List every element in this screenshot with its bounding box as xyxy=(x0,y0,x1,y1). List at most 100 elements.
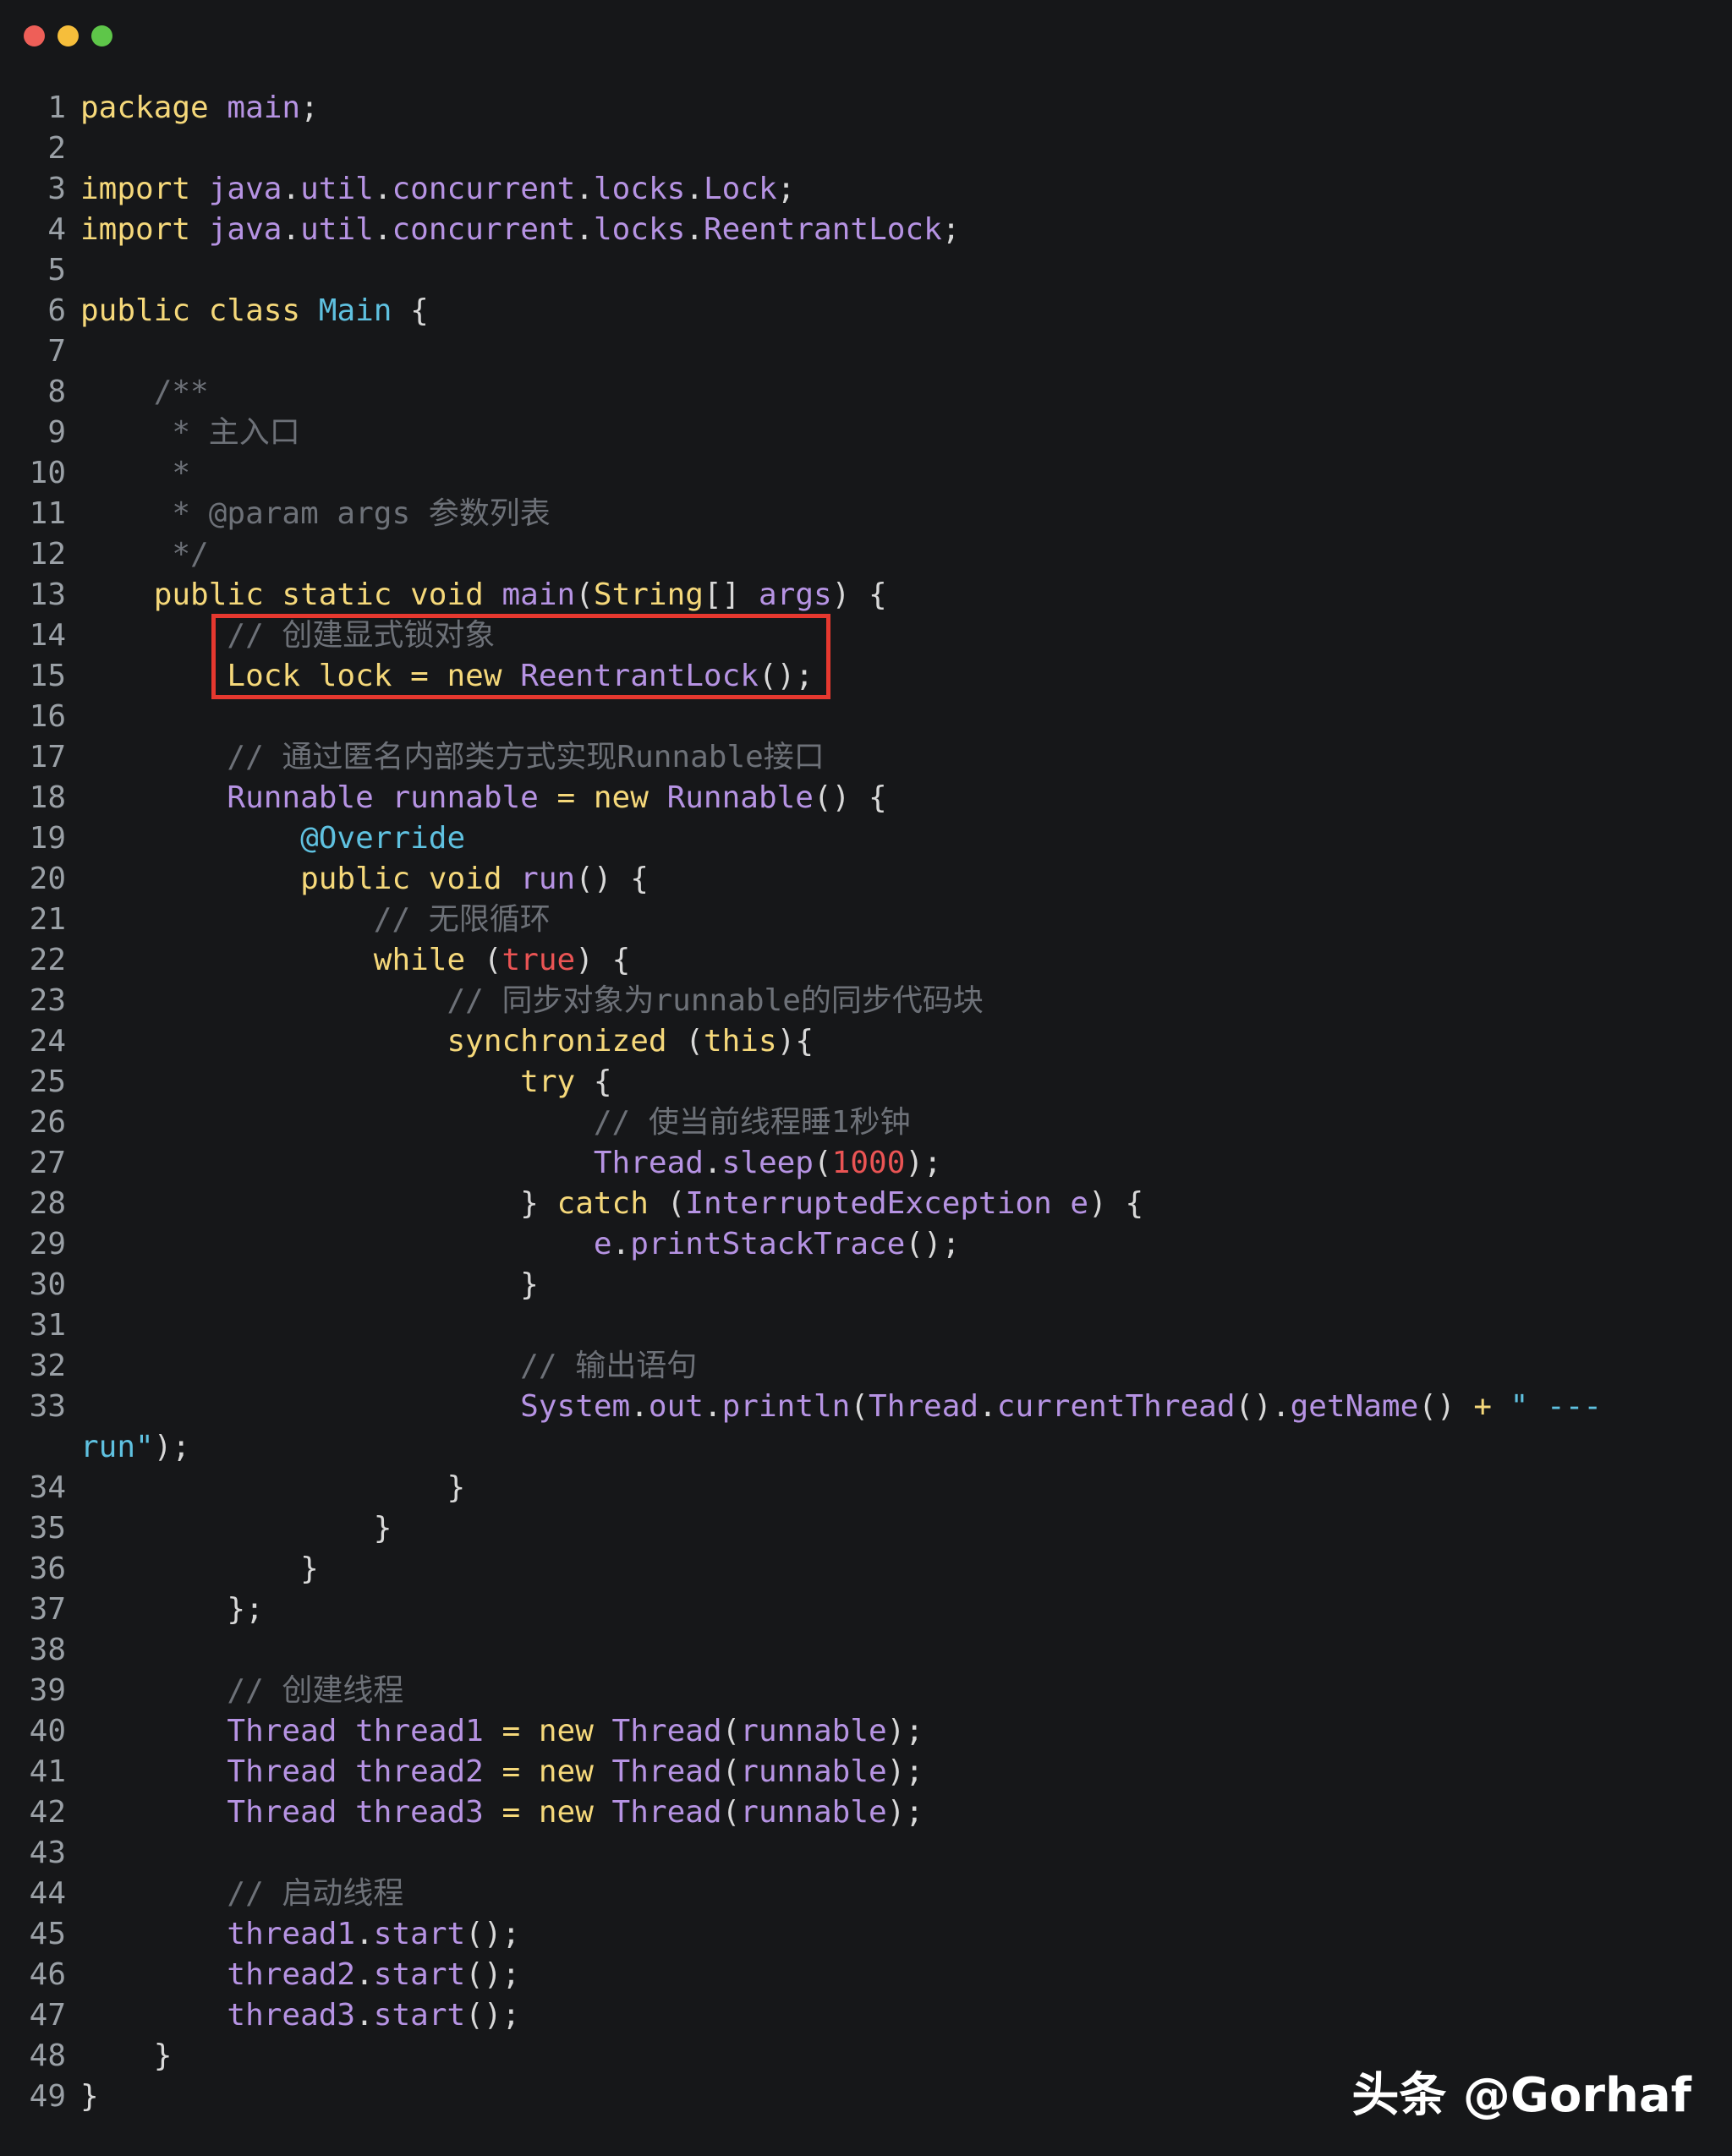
line-text: import java.util.concurrent.locks.Lock; xyxy=(80,169,795,210)
code-token: . xyxy=(978,1389,997,1424)
code-token: ); xyxy=(886,1795,924,1830)
code-token: import xyxy=(80,212,209,247)
code-token: (); xyxy=(465,1957,521,1992)
line-number: 48 xyxy=(29,2038,66,2073)
code-token: start xyxy=(373,1957,466,1992)
code-token: args xyxy=(758,577,832,612)
line-number: 20 xyxy=(29,862,66,896)
code-token: main xyxy=(502,577,576,612)
code-token: } xyxy=(80,2038,173,2073)
code-line: 31 xyxy=(0,1305,1732,1346)
code-line: 24 synchronized (this){ xyxy=(0,1021,1732,1062)
line-text: public void run() { xyxy=(80,859,649,900)
line-number: 10 xyxy=(29,456,66,490)
code-line: 41 Thread thread2 = new Thread(runnable)… xyxy=(0,1752,1732,1792)
line-number: 9 xyxy=(47,415,66,450)
code-token: @Override xyxy=(80,821,466,856)
code-token: String xyxy=(593,577,704,612)
line-text: Thread thread2 = new Thread(runnable); xyxy=(80,1752,924,1792)
code-token: main xyxy=(227,90,301,125)
code-token: ) { xyxy=(831,577,887,612)
code-token: Thread xyxy=(611,1754,722,1789)
code-token: ( xyxy=(721,1795,741,1830)
code-token: { xyxy=(392,293,429,328)
code-line: 20 public void run() { xyxy=(0,859,1732,900)
code-token: // 使当前线程睡1秒钟 xyxy=(80,1105,911,1140)
code-line: 42 Thread thread3 = new Thread(runnable)… xyxy=(0,1792,1732,1833)
line-text: // 同步对象为runnable的同步代码块 xyxy=(80,981,984,1021)
code-token: // 输出语句 xyxy=(80,1349,698,1383)
code-token: * 主入口 xyxy=(80,415,300,450)
line-text: thread2.start(); xyxy=(80,1955,520,1995)
code-token: . xyxy=(373,172,392,206)
code-token: () xyxy=(1418,1389,1474,1424)
close-window-button[interactable] xyxy=(24,25,45,47)
code-token: // 通过匿名内部类方式实现Runnable接口 xyxy=(80,740,825,774)
code-token: ); xyxy=(905,1146,942,1180)
code-line: 8 /** xyxy=(0,372,1732,413)
code-line: 25 try { xyxy=(0,1062,1732,1103)
code-line: 3 import java.util.concurrent.locks.Lock; xyxy=(0,169,1732,210)
code-token: ReentrantLock xyxy=(704,212,942,247)
code-token: . xyxy=(355,1957,374,1992)
code-line: 13 public static void main(String[] args… xyxy=(0,575,1732,616)
line-number: 5 xyxy=(47,253,66,287)
line-text: }; xyxy=(80,1590,263,1630)
code-token: + xyxy=(1473,1389,1510,1424)
minimize-window-button[interactable] xyxy=(58,25,79,47)
code-token: runnable xyxy=(740,1795,887,1830)
line-number: 38 xyxy=(29,1633,66,1667)
code-token: } xyxy=(80,2079,99,2114)
code-token: . xyxy=(685,172,704,206)
code-token: = new xyxy=(556,780,667,815)
code-token: catch xyxy=(556,1186,667,1221)
code-line: 21 // 无限循环 xyxy=(0,900,1732,940)
line-text: // 启动线程 xyxy=(80,1874,403,1914)
code-token: 1000 xyxy=(831,1146,906,1180)
line-number: 21 xyxy=(29,902,66,937)
line-number: 3 xyxy=(47,172,66,206)
code-line: 33 System.out.println(Thread.currentThre… xyxy=(0,1387,1732,1468)
line-number: 1 xyxy=(47,90,66,125)
code-token: . xyxy=(282,212,301,247)
line-number: 2 xyxy=(47,131,66,166)
code-editor[interactable]: 1 package main; 2 3 import java.util.concurr… xyxy=(0,88,1732,2117)
code-token: Thread xyxy=(80,1146,704,1180)
line-text: import java.util.concurrent.locks.Reentr… xyxy=(80,210,960,250)
line-text: */ xyxy=(80,534,209,575)
line-number: 34 xyxy=(29,1470,66,1505)
maximize-window-button[interactable] xyxy=(91,25,112,47)
code-line: 26 // 使当前线程睡1秒钟 xyxy=(0,1103,1732,1143)
code-token: thread2 xyxy=(80,1957,356,1992)
code-token: } xyxy=(80,1186,557,1221)
line-number: 8 xyxy=(47,375,66,409)
line-wrap-text: run"); xyxy=(80,1427,190,1468)
line-number: 12 xyxy=(29,537,66,572)
code-token: ); xyxy=(886,1754,924,1789)
code-token: = new xyxy=(502,1754,612,1789)
code-line: 38 xyxy=(0,1630,1732,1671)
line-number: 45 xyxy=(29,1917,66,1951)
code-token: out xyxy=(648,1389,704,1424)
code-token: ( xyxy=(721,1754,741,1789)
code-token: ){ xyxy=(776,1024,814,1059)
code-token: thread3 xyxy=(80,1998,356,2033)
code-token: synchronized xyxy=(80,1024,686,1059)
code-token: { xyxy=(593,1064,612,1099)
code-token: (); xyxy=(905,1227,961,1261)
code-token: . xyxy=(575,212,594,247)
code-token: true xyxy=(502,943,576,977)
code-token: public class xyxy=(80,293,319,328)
line-text: while (true) { xyxy=(80,940,630,981)
line-text: } xyxy=(80,1549,319,1590)
code-token: Thread xyxy=(869,1389,979,1424)
code-token: (). xyxy=(1235,1389,1291,1424)
code-token: java xyxy=(208,172,282,206)
code-token: run xyxy=(520,862,576,896)
code-token: package xyxy=(80,90,227,125)
code-token: . xyxy=(703,1146,722,1180)
line-text: System.out.println(Thread.currentThread(… xyxy=(80,1387,1602,1427)
code-token: */ xyxy=(80,537,209,572)
code-token: // 同步对象为runnable的同步代码块 xyxy=(80,983,984,1018)
line-number: 37 xyxy=(29,1592,66,1627)
